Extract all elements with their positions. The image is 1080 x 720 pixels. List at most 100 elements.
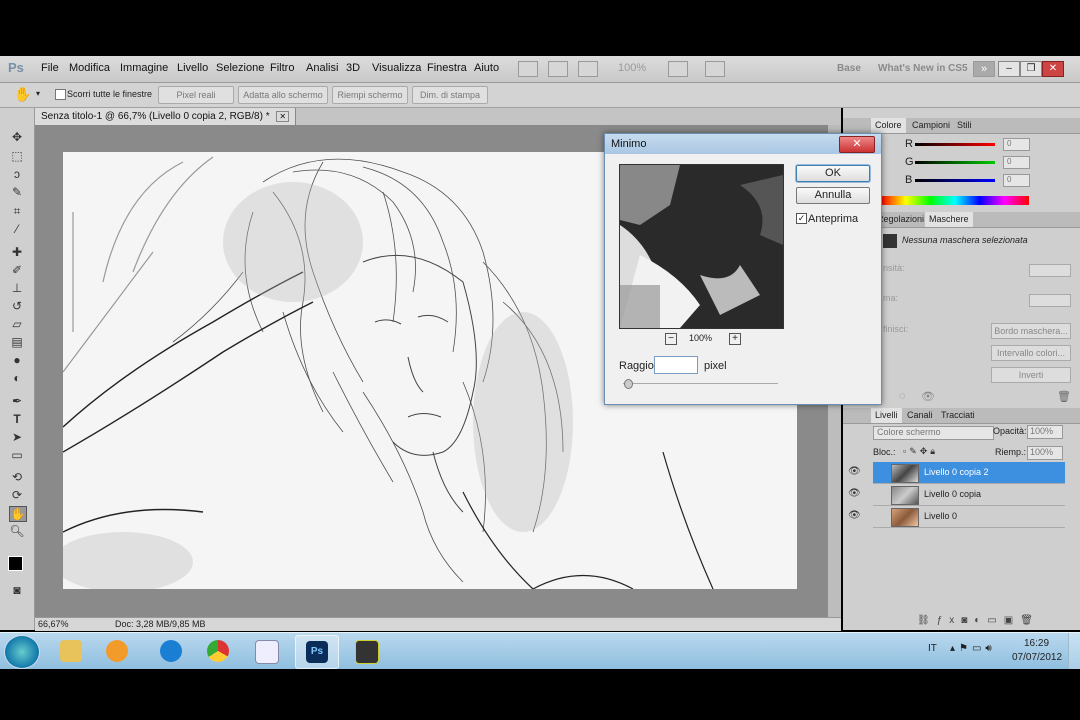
clock-time[interactable]: 16:29 [1024,638,1049,649]
menu-aiuto[interactable]: Aiuto [474,62,499,74]
tab-tracciati[interactable]: Tracciati [937,408,979,423]
tab-colore[interactable]: Colore [871,118,906,133]
color-spectrum-bar[interactable] [881,196,1029,205]
fill-screen-button[interactable]: Riempi schermo [332,86,408,104]
eraser-tool-icon[interactable]: ▱ [9,317,25,331]
3d-orbit-tool-icon[interactable]: ⟳ [9,488,25,502]
channel-b-slider[interactable] [915,179,995,182]
foreground-color-swatch[interactable] [8,556,23,571]
mask-visibility-icon[interactable]: 👁︎ [921,390,935,403]
layer-row-livello-0-copia-2[interactable]: 👁︎ Livello 0 copia 2 [848,462,1065,484]
menu-finestra[interactable]: Finestra [427,62,467,74]
tray-icons[interactable]: ▴⚑▭🔊︎ [950,643,996,654]
zoom-out-button[interactable]: − [665,333,677,345]
lock-icons[interactable]: ▫✎✥🔒︎ [903,446,938,457]
fit-screen-button[interactable]: Adatta allo schermo [238,86,328,104]
preview-checkbox[interactable]: ✓ [796,213,807,224]
visibility-eye-icon[interactable]: 👁︎ [848,488,861,499]
hand-tool-icon[interactable]: ✋ [14,86,31,103]
lasso-tool-icon[interactable]: ↄ [9,167,25,181]
status-zoom[interactable]: 66,67% [38,619,69,629]
clone-stamp-tool-icon[interactable]: ⊥ [9,281,25,295]
print-size-button[interactable]: Dim. di stampa [412,86,488,104]
layer-row-livello-0-copia[interactable]: 👁︎ Livello 0 copia [848,484,1065,506]
taskbar-chrome[interactable] [197,635,239,667]
mini-bridge-icon[interactable] [548,61,568,77]
language-indicator[interactable]: IT [928,643,937,654]
dialog-close-button[interactable]: ✕ [839,136,875,153]
ok-button[interactable]: OK [796,165,870,182]
menu-filtro[interactable]: Filtro [270,62,294,74]
mask-feather-field[interactable] [1029,294,1071,307]
eyedropper-tool-icon[interactable]: ⁄ [9,222,25,236]
type-tool-icon[interactable]: T [9,412,25,426]
taskbar-explorer[interactable] [50,635,92,667]
mask-density-field[interactable] [1029,264,1071,277]
menu-immagine[interactable]: Immagine [120,62,168,74]
workspace-whats-new[interactable]: What's New in CS5 [878,63,968,74]
taskbar-hypercam[interactable] [345,635,387,667]
pen-tool-icon[interactable]: ✒ [9,394,25,408]
color-range-button[interactable]: Intervallo colori... [991,345,1071,361]
history-brush-tool-icon[interactable]: ↺ [9,299,25,313]
mask-delete-icon[interactable]: 🗑︎ [1057,390,1071,403]
bridge-icon[interactable] [518,61,538,77]
visibility-eye-icon[interactable]: 👁︎ [848,466,861,477]
marquee-tool-icon[interactable]: ⬚ [9,149,25,163]
dialog-titlebar[interactable]: Minimo ✕ [605,134,881,154]
mask-edge-button[interactable]: Bordo maschera... [991,323,1071,339]
shape-tool-icon[interactable]: ▭ [9,448,25,462]
channel-r-slider[interactable] [915,143,995,146]
clock-date[interactable]: 07/07/2012 [1012,652,1062,663]
taskbar-paint[interactable] [245,635,287,667]
healing-brush-tool-icon[interactable]: ✚ [9,245,25,259]
workspace-base[interactable]: Base [837,63,861,74]
taskbar-internet-explorer[interactable] [150,635,192,667]
channel-r-value[interactable]: 0 [1003,138,1030,151]
channel-g-slider[interactable] [915,161,995,164]
layer-row-livello-0[interactable]: 👁︎ Livello 0 [848,506,1065,528]
crop-tool-icon[interactable]: ⌗ [9,204,25,218]
menu-3d[interactable]: 3D [346,62,360,74]
dodge-tool-icon[interactable]: ◐ [9,371,25,385]
scroll-all-windows-checkbox[interactable] [55,89,66,100]
layer-actions-icons[interactable]: ⛓ƒx◙◐▭▣🗑︎ [917,615,1040,626]
blur-tool-icon[interactable]: ● [9,353,25,367]
visibility-eye-icon[interactable]: 👁︎ [848,510,861,521]
gradient-tool-icon[interactable]: ▤ [9,335,25,349]
invert-button[interactable]: Inverti [991,367,1071,383]
blend-mode-select[interactable]: Colore schermo [873,426,994,440]
filter-preview[interactable] [619,164,784,329]
menu-modifica[interactable]: Modifica [69,62,110,74]
windows-start-button[interactable] [4,635,40,669]
tab-maschere[interactable]: Maschere [925,212,973,227]
taskbar-photoshop[interactable]: Ps [295,635,339,669]
taskbar-media-player[interactable] [96,635,138,667]
restore-button[interactable]: ❐ [1020,61,1042,77]
zoom-level-field[interactable]: 100% [618,62,646,74]
menu-analisi[interactable]: Analisi [306,62,338,74]
arrange-documents-icon[interactable] [668,61,688,77]
radius-slider-thumb[interactable] [624,379,633,389]
layer-name[interactable]: Livello 0 [924,511,957,521]
mask-selection-icon[interactable]: ◌ [899,390,906,402]
tab-livelli[interactable]: Livelli [871,408,902,423]
path-selection-tool-icon[interactable]: ➤ [9,430,25,444]
3d-rotate-tool-icon[interactable]: ⟲ [9,470,25,484]
fill-field[interactable]: 100% [1027,446,1063,460]
layer-name[interactable]: Livello 0 copia [924,489,981,499]
close-button[interactable]: ✕ [1042,61,1064,77]
show-desktop-button[interactable] [1068,633,1080,669]
document-tab[interactable]: Senza titolo-1 @ 66,7% (Livello 0 copia … [35,108,297,125]
screen-mode-icon[interactable] [705,61,725,77]
tab-canali[interactable]: Canali [903,408,937,423]
close-tab-icon[interactable]: ✕ [276,111,290,122]
cancel-button[interactable]: Annulla [796,187,870,204]
zoom-in-button[interactable]: + [729,333,741,345]
chevron-down-icon[interactable]: ▾ [36,89,40,98]
view-extras-icon[interactable] [578,61,598,77]
menu-visualizza[interactable]: Visualizza [372,62,421,74]
menu-livello[interactable]: Livello [177,62,208,74]
menu-selezione[interactable]: Selezione [216,62,264,74]
minimize-button[interactable]: – [998,61,1020,77]
